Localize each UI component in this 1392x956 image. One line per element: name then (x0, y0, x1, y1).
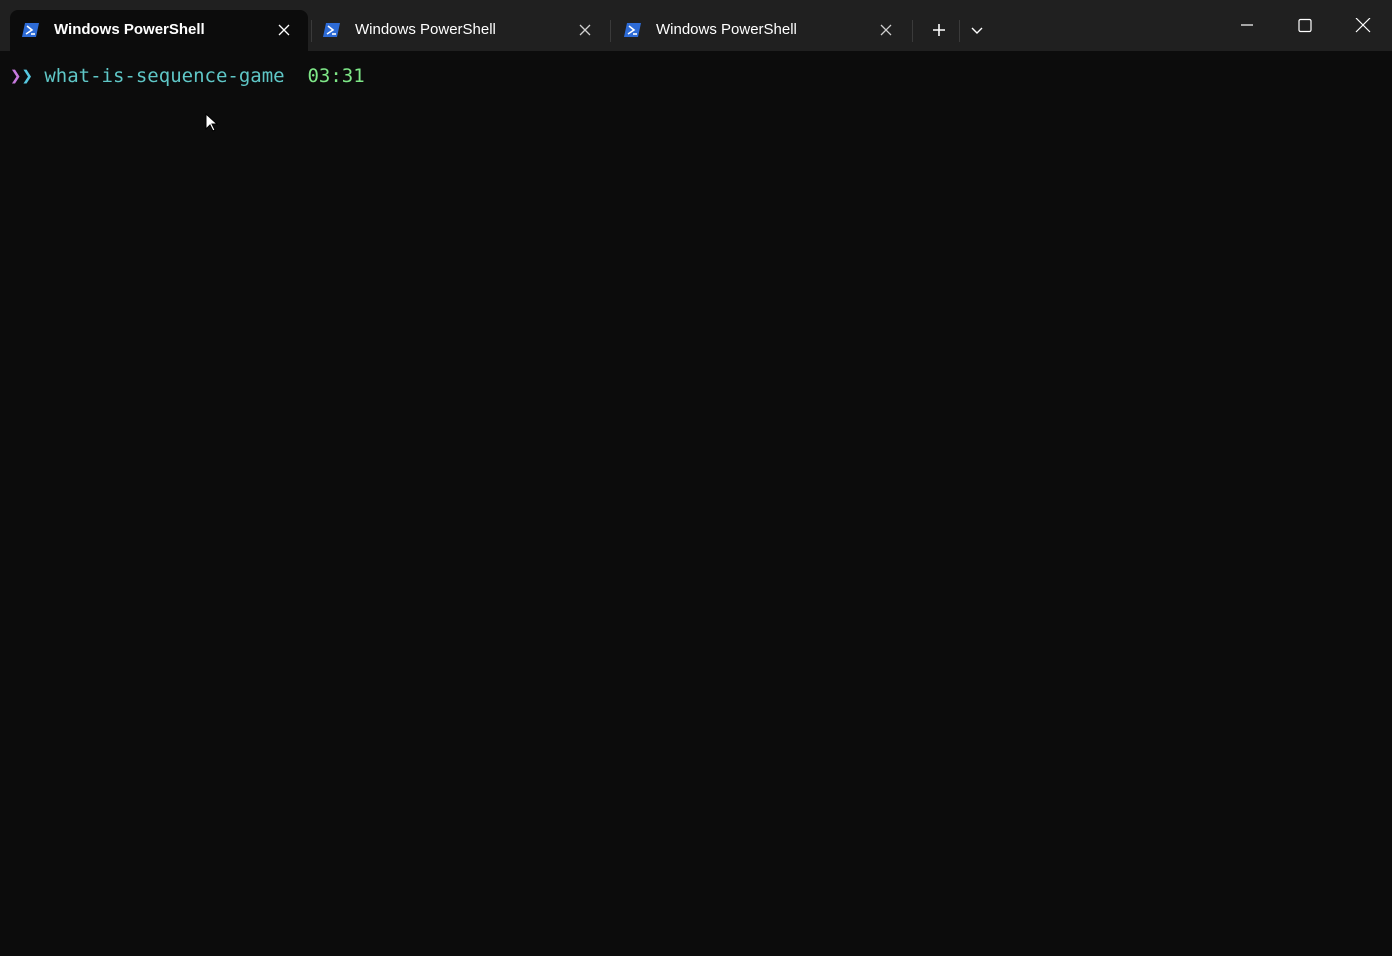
tab-powershell-2[interactable]: Windows PowerShell (311, 10, 609, 51)
minimize-button[interactable] (1218, 0, 1276, 50)
chevron-down-icon (971, 27, 983, 34)
powershell-icon (323, 23, 340, 37)
prompt-symbol: ❯ (21, 65, 33, 87)
close-icon[interactable] (878, 22, 894, 38)
powershell-icon (624, 23, 641, 37)
tab-label: Windows PowerShell (656, 21, 797, 38)
tab-dropdown-button[interactable] (963, 16, 991, 44)
tab-separator (959, 20, 960, 42)
tab-powershell-3[interactable]: Windows PowerShell (612, 10, 910, 51)
tab-label: Windows PowerShell (54, 21, 205, 38)
tab-label: Windows PowerShell (355, 21, 496, 38)
prompt-time: 03:31 (307, 65, 365, 87)
minimize-icon (1241, 24, 1253, 26)
title-bar[interactable]: Windows PowerShell Windows PowerShell Wi… (0, 0, 1392, 51)
close-window-button[interactable] (1334, 0, 1392, 50)
close-icon (1355, 18, 1371, 33)
terminal-window: Windows PowerShell Windows PowerShell Wi… (0, 0, 1392, 956)
new-tab-button[interactable] (925, 16, 953, 44)
maximize-button[interactable] (1276, 0, 1334, 50)
current-directory: what-is-sequence-game (44, 65, 285, 87)
prompt-symbol: ❯ (10, 65, 22, 87)
close-icon[interactable] (577, 22, 593, 38)
tab-powershell-1[interactable]: Windows PowerShell (10, 10, 308, 51)
powershell-icon (22, 23, 39, 37)
tab-separator (610, 20, 611, 42)
prompt-line: ❯❯ what-is-sequence-game 03:31 (10, 64, 365, 88)
close-icon[interactable] (276, 22, 292, 38)
plus-icon (933, 24, 945, 36)
mouse-cursor-icon (205, 113, 219, 132)
maximize-icon (1298, 18, 1312, 33)
tab-separator (912, 20, 913, 42)
terminal-output[interactable]: ❯❯ what-is-sequence-game 03:31 (0, 51, 1392, 956)
